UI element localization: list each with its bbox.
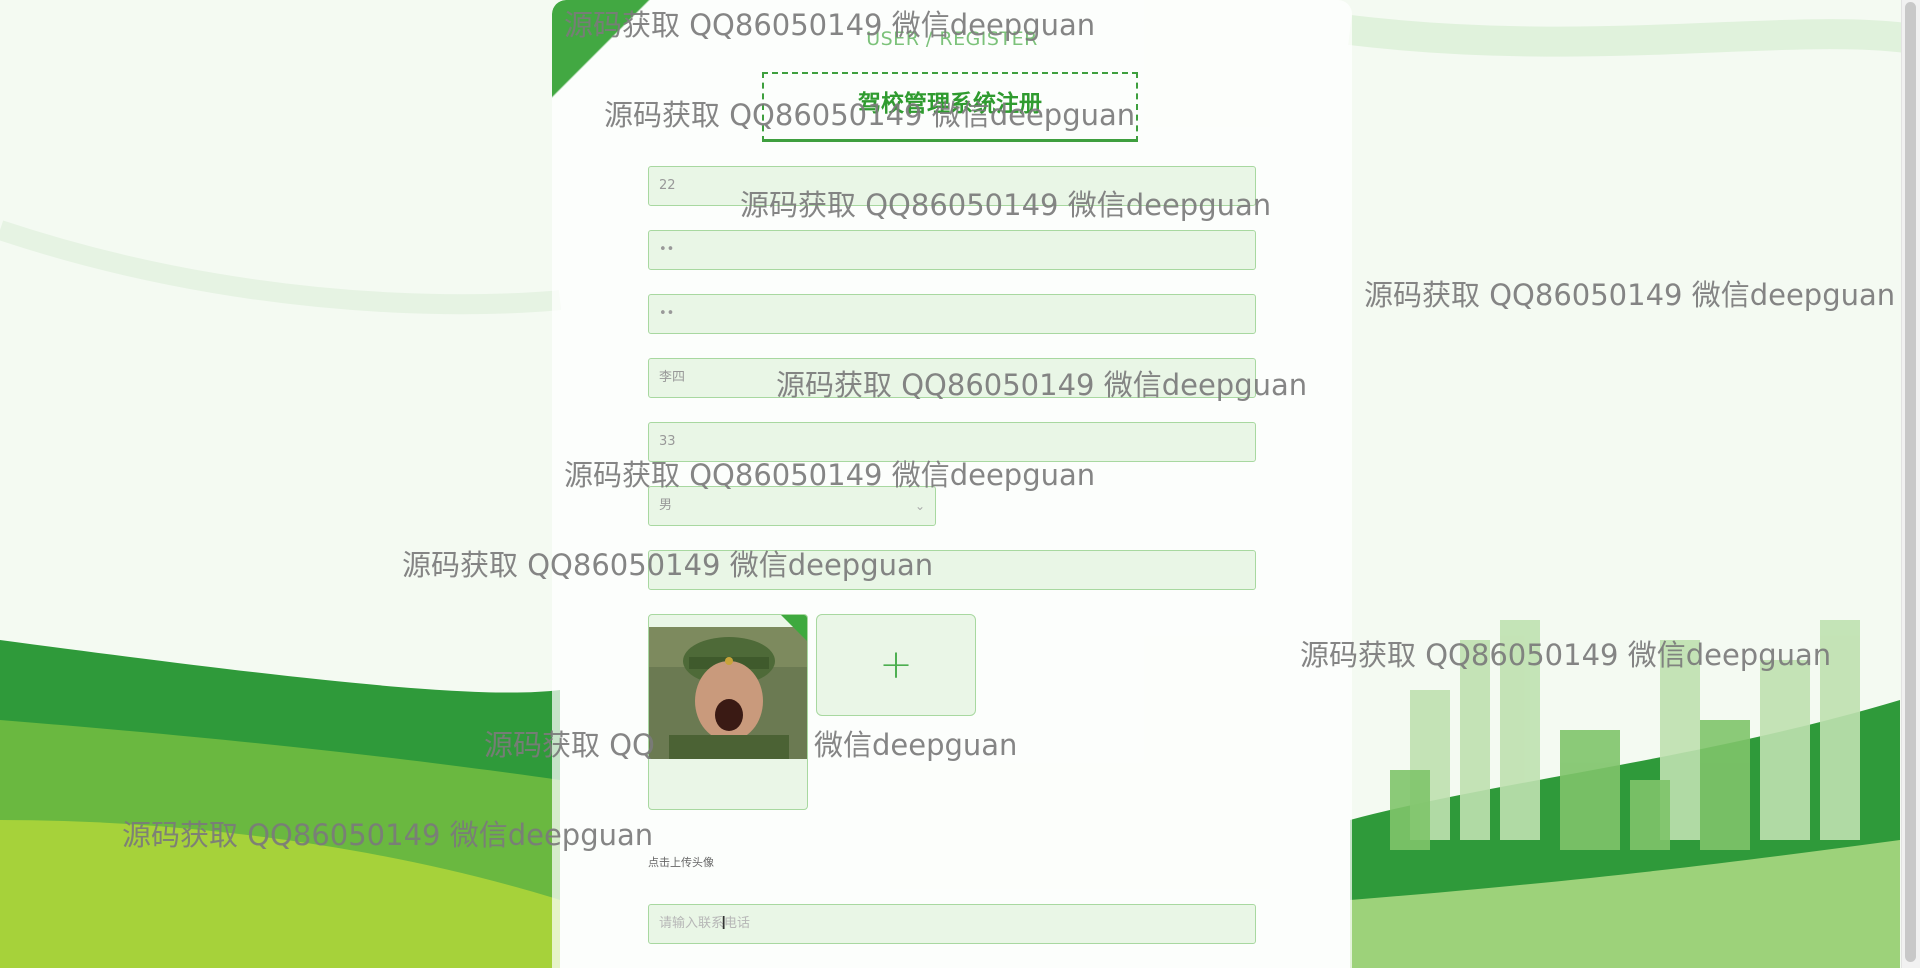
watermark: 源码获取 QQ86050149 微信deepguan: [564, 458, 1096, 492]
watermark: 源码获取 QQ86050149 微信deepguan: [604, 98, 1136, 132]
watermark: 微信deepguan: [814, 728, 1018, 762]
plus-icon: +: [879, 642, 913, 688]
upload-success-flag: [781, 615, 807, 641]
phone-input[interactable]: 请输入联系电话: [648, 904, 1256, 944]
watermark: 源码获取 QQ86050149 微信deepguan: [402, 548, 934, 582]
confirm-password-input[interactable]: ••: [648, 294, 1256, 334]
watermark: 源码获取 QQ86050149 微信deepguan: [1364, 278, 1896, 312]
avatar-preview[interactable]: [648, 614, 808, 810]
watermark: 源码获取 QQ86050149 微信deepguan: [122, 818, 654, 852]
upload-avatar-button[interactable]: +: [816, 614, 976, 716]
gender-select-value: 男: [659, 498, 673, 513]
watermark: 源码获取 QQ86050149 微信deepguan: [1300, 638, 1832, 672]
vertical-scrollbar[interactable]: [1901, 0, 1920, 968]
watermark: 源码获取 QQ86050149 微信deepguan: [776, 368, 1308, 402]
avatar-hint: 点击上传头像: [648, 856, 714, 869]
password-input[interactable]: ••: [648, 230, 1256, 270]
avatar-image: [649, 627, 807, 759]
watermark: 源码获取 QQ: [484, 728, 655, 762]
watermark: 源码获取 QQ86050149 微信deepguan: [740, 188, 1272, 222]
text-cursor-icon: I: [721, 913, 727, 934]
scrollbar-thumb[interactable]: [1905, 2, 1916, 962]
watermark: 源码获取 QQ86050149 微信deepguan: [564, 8, 1096, 42]
